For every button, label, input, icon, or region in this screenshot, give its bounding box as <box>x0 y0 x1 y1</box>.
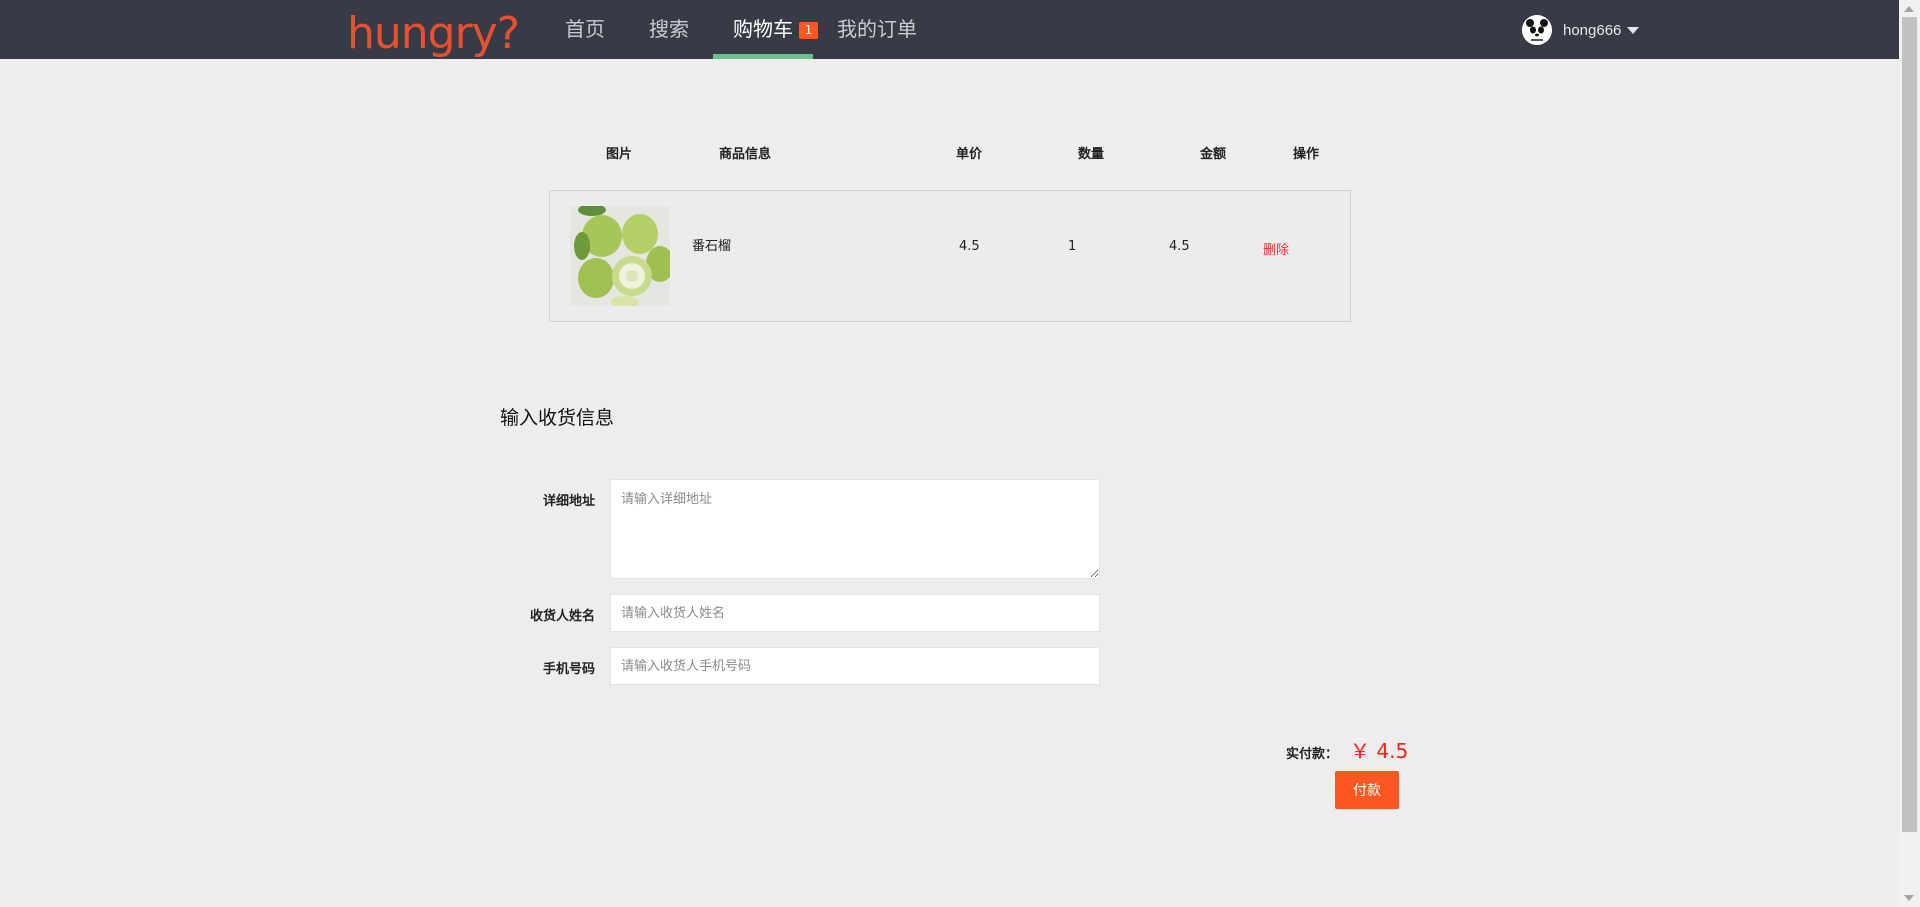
nav-item-my-orders[interactable]: 我的订单 <box>837 0 917 59</box>
nav-item-cart[interactable]: 购物车 <box>733 0 793 59</box>
username-label[interactable]: hong666 <box>1563 22 1621 39</box>
shipping-section-title: 输入收货信息 <box>500 407 615 429</box>
nav-item-search[interactable]: 搜索 <box>649 0 689 59</box>
scroll-up-arrow-icon[interactable] <box>1904 6 1914 12</box>
address-label: 详细地址 <box>542 494 595 509</box>
nav-active-indicator <box>713 54 813 59</box>
top-navbar: hungry? 首页 搜索 购物车 1 我的订单 hong666 <box>0 0 1899 59</box>
pay-button[interactable]: 付款 <box>1335 771 1399 809</box>
user-menu[interactable]: hong666 <box>1522 15 1640 45</box>
recipient-name-label: 收货人姓名 <box>529 609 595 624</box>
header-action: 操作 <box>1292 147 1319 162</box>
header-image: 图片 <box>605 147 632 162</box>
product-amount: 4.5 <box>1169 239 1190 254</box>
product-name: 番石榴 <box>692 239 732 254</box>
header-amount: 金额 <box>1199 147 1226 162</box>
header-product-info: 商品信息 <box>718 147 771 162</box>
recipient-name-input[interactable] <box>610 594 1100 632</box>
cart-item-row: 番石榴 4.5 1 4.5 删除 <box>549 190 1351 322</box>
actual-payment-label: 实付款： <box>1286 747 1339 762</box>
logo-text: hungry? <box>347 8 519 58</box>
cart-count-badge: 1 <box>799 22 818 39</box>
vertical-scrollbar[interactable] <box>1899 0 1920 907</box>
scroll-down-arrow-icon[interactable] <box>1904 895 1914 901</box>
product-quantity: 1 <box>1068 239 1077 254</box>
scroll-thumb[interactable] <box>1902 17 1917 832</box>
product-unit-price: 4.5 <box>959 239 980 254</box>
user-avatar[interactable] <box>1522 15 1552 45</box>
guava-image-icon <box>570 206 670 306</box>
header-unit-price: 单价 <box>955 147 982 162</box>
panda-avatar-icon <box>1522 15 1552 45</box>
address-textarea[interactable] <box>610 479 1100 579</box>
header-quantity: 数量 <box>1077 147 1104 162</box>
product-image[interactable] <box>570 206 670 306</box>
delete-item-link[interactable]: 删除 <box>1263 239 1289 258</box>
nav-item-home[interactable]: 首页 <box>565 0 605 59</box>
phone-input[interactable] <box>610 647 1100 685</box>
chevron-down-icon[interactable] <box>1627 26 1640 34</box>
actual-payment-amount: ￥ 4.5 <box>1350 739 1409 763</box>
phone-label: 手机号码 <box>542 662 595 677</box>
hungry-logo[interactable]: hungry? <box>345 2 535 58</box>
